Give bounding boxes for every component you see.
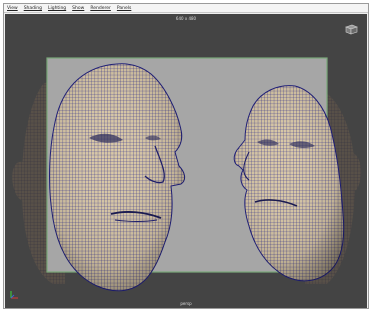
- camera-name-label: persp: [180, 301, 192, 306]
- axis-gizmo-icon: [8, 286, 20, 305]
- maya-viewport-window: View Shading Lighting Show Renderer Pane…: [3, 3, 369, 309]
- perspective-viewport[interactable]: 640 x 480 persp: [5, 14, 367, 308]
- menu-panels[interactable]: Panels: [117, 4, 131, 13]
- menu-view[interactable]: View: [7, 4, 18, 13]
- menu-renderer[interactable]: Renderer: [90, 4, 111, 13]
- menu-lighting[interactable]: Lighting: [48, 4, 66, 13]
- panel-menu-bar: View Shading Lighting Show Renderer Pane…: [4, 4, 368, 13]
- view-cube-icon[interactable]: [343, 20, 359, 39]
- camera-resolution-label: 640 x 480: [175, 16, 197, 21]
- menu-show[interactable]: Show: [72, 4, 84, 13]
- viewport-scene: [12, 57, 362, 292]
- menu-shading[interactable]: Shading: [24, 4, 42, 13]
